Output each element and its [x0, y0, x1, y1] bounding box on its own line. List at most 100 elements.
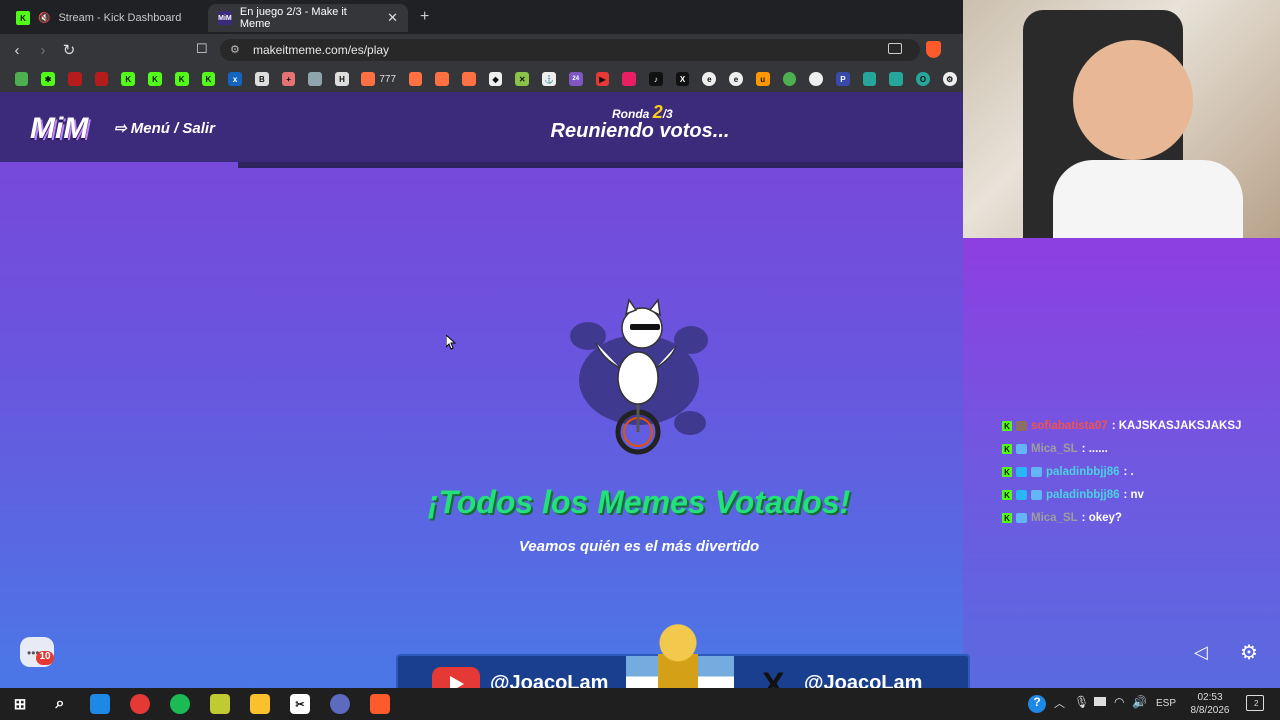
kick-icon: K	[16, 11, 30, 25]
menu-exit-button[interactable]: ⇨ Menú / Salir	[114, 119, 215, 137]
brave-icon	[370, 694, 390, 714]
tab-make-it-meme[interactable]: MiM En juego 2/3 - Make it Meme ✕	[208, 4, 408, 32]
paw-toe-left	[570, 322, 606, 350]
bookmark-teal2-icon[interactable]	[889, 72, 904, 86]
bookmark-icon[interactable]: ☐	[196, 41, 208, 57]
chat-message: K Mica_SL : ......	[1002, 443, 1108, 455]
spotify-icon	[170, 694, 190, 714]
bookmark-x-blue-icon[interactable]: x	[228, 72, 242, 86]
kick-bookmark-icon[interactable]: ✱	[41, 72, 55, 86]
taskbar-spotify[interactable]	[160, 688, 200, 720]
bookmark-settings-icon[interactable]: ⚙	[942, 72, 957, 86]
address-bar: ‹ › ↻ ☐ ⚙ makeitmeme.com/es/play	[0, 34, 963, 66]
bookmark-24-icon[interactable]: 24	[568, 72, 583, 86]
chat-username: paladinbbjj86	[1046, 489, 1120, 501]
kick-k3-icon[interactable]: K	[174, 72, 189, 86]
chat-message: K paladinbbjj86 : nv	[1002, 489, 1144, 501]
url-field[interactable]: ⚙ makeitmeme.com/es/play	[220, 39, 920, 61]
game-header: MiM ⇨ Menú / Salir Ronda 2/3 Reuniendo v…	[0, 92, 963, 162]
wifi-icon[interactable]: ◠	[1114, 695, 1124, 709]
chrome-icon	[130, 694, 150, 714]
bookmark-red-icon[interactable]	[67, 72, 82, 86]
taskbar-brave[interactable]	[360, 688, 400, 720]
kick-k2-icon[interactable]: K	[148, 72, 162, 86]
taskbar-app-1[interactable]	[80, 688, 120, 720]
site-info-icon[interactable]: ⚙	[230, 43, 240, 56]
chevron-up-icon[interactable]: ︿	[1054, 695, 1065, 711]
bookmark-orange1-icon[interactable]	[408, 72, 423, 86]
streamer-face	[1073, 40, 1193, 160]
settings-gear-icon[interactable]: ⚙	[1240, 640, 1258, 665]
chat-bubble-button[interactable]: ••• 10	[20, 637, 54, 667]
language-indicator[interactable]: ESP	[1156, 698, 1176, 709]
chat-message: K Mica_SL : okey?	[1002, 512, 1122, 524]
bookmark-orange2-icon[interactable]	[435, 72, 449, 86]
new-tab-icon[interactable]: +	[420, 8, 429, 26]
bookmark-p-icon[interactable]: P	[836, 72, 850, 86]
notification-badge: 10	[36, 651, 54, 665]
app-blue-icon	[90, 694, 110, 714]
search-icon: ⌕	[55, 695, 65, 712]
forward-icon[interactable]: ›	[30, 42, 56, 59]
kick-k1-icon[interactable]: K	[121, 72, 136, 86]
bookmark-grey-icon[interactable]	[308, 72, 323, 86]
bookmark-o-icon[interactable]: O	[916, 72, 930, 86]
bookmark-gear-circle-icon[interactable]	[809, 72, 824, 86]
chat-text: : nv	[1123, 489, 1144, 501]
bookmark-plus-icon[interactable]: +	[281, 72, 296, 86]
verified-badge-icon	[1016, 467, 1027, 477]
bookmark-u-icon[interactable]: u	[755, 72, 770, 86]
instagram-icon[interactable]	[622, 72, 636, 86]
search-button[interactable]: ⌕	[40, 688, 80, 720]
round-progress-bar	[238, 162, 963, 168]
mim-logo[interactable]: MiM	[30, 112, 88, 146]
bookmark-circle1-icon[interactable]: e	[702, 72, 717, 86]
bookmark-777[interactable]: 777	[361, 72, 396, 86]
windows-icon: ⊞	[13, 696, 27, 713]
mute-icon[interactable]: ◁	[1194, 642, 1208, 663]
notification-center-icon[interactable]: 2	[1246, 695, 1264, 711]
taskbar-explorer[interactable]	[240, 688, 280, 720]
bookmark-diamond-icon[interactable]: ◆	[488, 72, 503, 86]
taskbar-capcut[interactable]: ✂	[280, 688, 320, 720]
bookmark-h-icon[interactable]: H	[335, 72, 349, 86]
start-button[interactable]: ⊞	[0, 688, 40, 720]
bookmark-anchor-icon[interactable]: ⚓	[542, 72, 556, 86]
bookmark-teal-icon[interactable]	[862, 72, 877, 86]
kick-badge-icon: K	[1002, 444, 1012, 454]
kick-k4-icon[interactable]: K	[201, 72, 216, 86]
reload-icon[interactable]: ↻	[56, 41, 82, 59]
tiktok-icon[interactable]: ♪	[649, 72, 663, 86]
x-bookmark-icon[interactable]: X	[675, 72, 690, 86]
bookmark-orange3-icon[interactable]	[461, 72, 476, 86]
sub-badge-icon	[1031, 490, 1042, 500]
bookmark-play-icon[interactable]: ▶	[595, 72, 610, 86]
brave-shield-icon[interactable]	[926, 41, 941, 58]
tab-title: Stream - Kick Dashboard	[58, 12, 182, 24]
help-icon[interactable]: ?	[1028, 695, 1046, 713]
taskbar-app-yellow[interactable]	[200, 688, 240, 720]
chat-text: : .	[1123, 466, 1134, 478]
sub-badge-icon	[1016, 421, 1027, 431]
mim-favicon-icon: MiM	[218, 11, 232, 25]
taskbar-obs[interactable]	[320, 688, 360, 720]
bookmark-circle2-icon[interactable]: e	[729, 72, 743, 86]
volume-icon[interactable]: 🔊	[1132, 695, 1147, 709]
tab-kick-dashboard[interactable]: K 🔇 Stream - Kick Dashboard	[6, 4, 206, 32]
mic-icon[interactable]: 🎙	[1074, 695, 1089, 709]
battery-icon[interactable]	[1094, 697, 1106, 706]
bookmark-green-circle-icon[interactable]	[782, 72, 797, 86]
back-icon[interactable]: ‹	[4, 42, 30, 59]
stream-overlay-panel	[963, 238, 1280, 688]
clock[interactable]: 02:53 8/8/2026	[1186, 691, 1234, 717]
drive-icon[interactable]	[14, 72, 29, 86]
bookmark-red2-icon[interactable]	[94, 72, 109, 86]
bookmark-green-x-icon[interactable]: ✕	[515, 72, 530, 86]
bookmark-b-icon[interactable]: B	[254, 72, 269, 86]
cast-icon[interactable]	[888, 43, 902, 54]
taskbar-chrome[interactable]	[120, 688, 160, 720]
chat-username: Mica_SL	[1031, 512, 1078, 524]
close-tab-icon[interactable]: ✕	[387, 10, 398, 26]
headline: ¡Todos los Memes Votados!	[427, 484, 851, 520]
chat-username: paladinbbjj86	[1046, 466, 1120, 478]
